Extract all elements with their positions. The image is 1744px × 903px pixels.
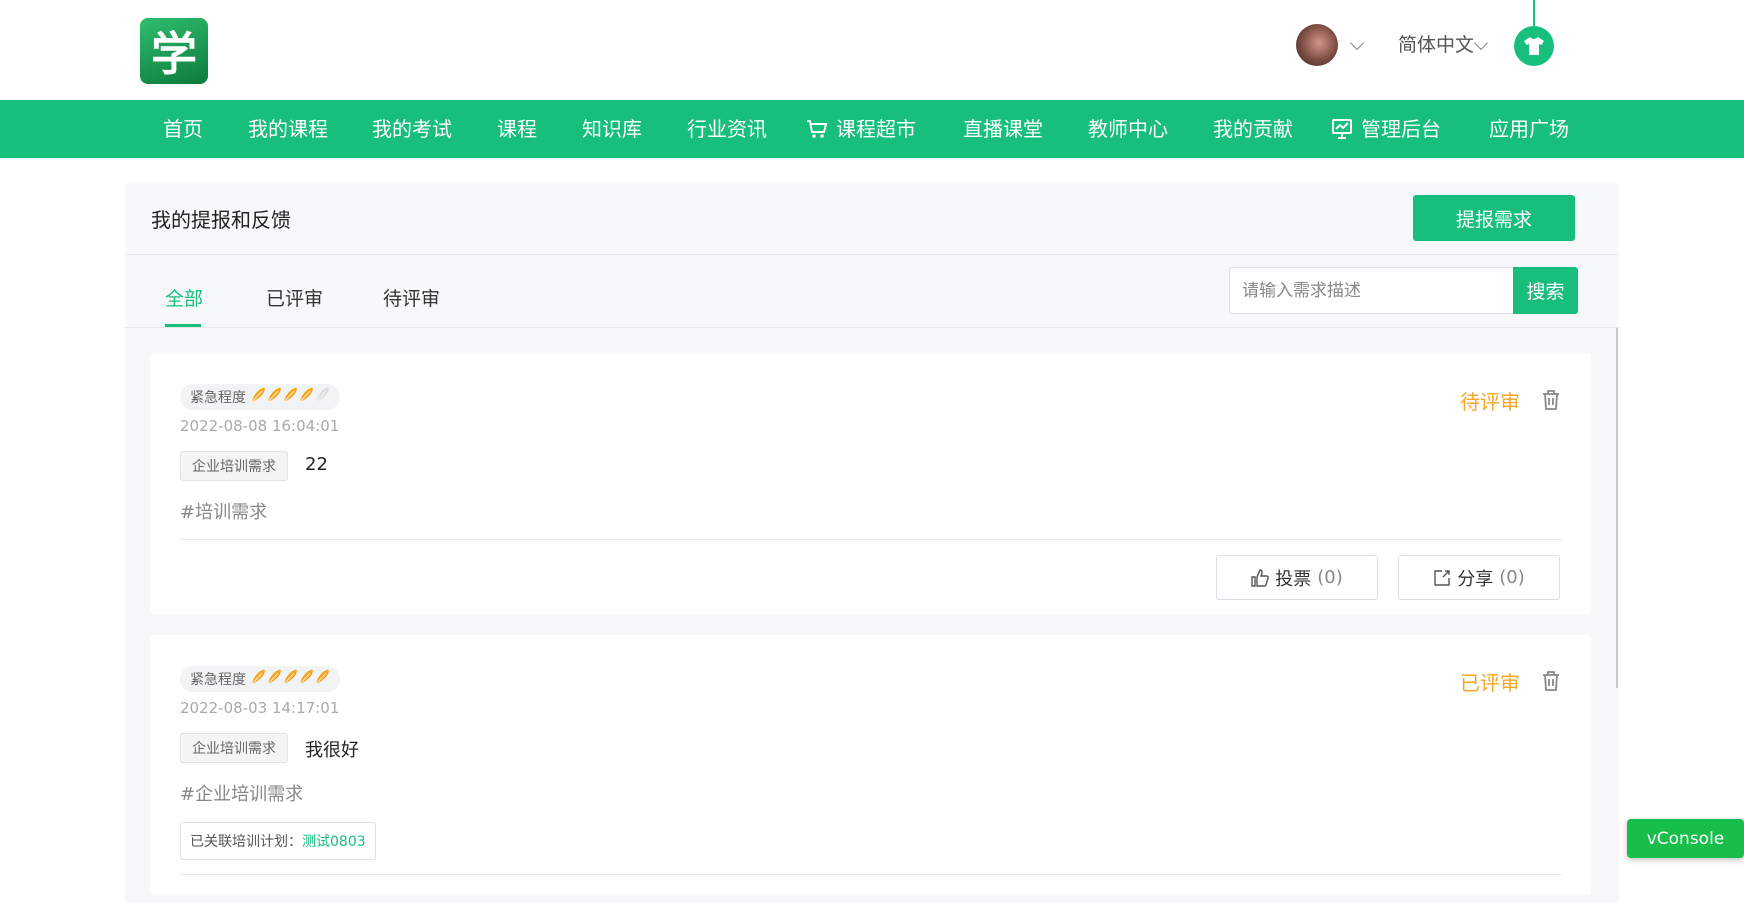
tab-pending-review[interactable]: 待评审 [383,284,440,311]
nav-course-market[interactable]: 课程超市 [806,100,916,158]
tshirt-icon [1524,37,1544,55]
vote-button[interactable]: 投票 (0) [1216,555,1378,600]
avatar[interactable] [1296,24,1338,66]
cart-icon [807,120,828,138]
skin-button[interactable] [1514,26,1554,66]
feather-icon-active [299,387,313,403]
feather-icon-active [267,387,281,403]
nav-my-courses[interactable]: 我的课程 [248,100,328,158]
status-label: 已评审 [1460,671,1520,695]
card-hashtag[interactable]: #企业培训需求 [180,780,303,806]
nav-app-square[interactable]: 应用广场 [1489,100,1569,158]
feather-icon-active [251,387,265,403]
plan-link[interactable]: 测试0803 [302,831,366,851]
page-title: 我的提报和反馈 [151,208,291,232]
feather-icon-active [267,669,281,685]
card-divider [180,874,1562,875]
card-description: 我很好 [305,740,359,761]
nav-live-class[interactable]: 直播课堂 [963,100,1043,158]
card-hashtag[interactable]: #培训需求 [180,498,267,524]
feather-icon-inactive [315,387,329,403]
chevron-down-icon[interactable] [1349,35,1365,51]
main-nav: 首页 我的课程 我的考试 课程 知识库 行业资讯 课程超市 直播课堂 教师中心 … [0,100,1744,158]
search-button[interactable]: 搜索 [1513,267,1578,314]
nav-industry-news[interactable]: 行业资讯 [687,100,767,158]
trash-icon[interactable] [1541,389,1561,411]
feather-icon-active [299,669,313,685]
logo[interactable]: 学 [140,18,208,84]
scrollbar[interactable] [1616,328,1618,688]
feather-icon-active [315,669,329,685]
tab-all[interactable]: 全部 [165,284,203,311]
language-selector[interactable]: 简体中文 [1398,30,1474,57]
urgency-feathers [250,669,330,689]
share-button[interactable]: 分享 (0) [1398,555,1560,600]
linked-plan-box: 已关联培训计划： 测试0803 [180,822,376,860]
nav-teacher-center[interactable]: 教师中心 [1088,100,1168,158]
nav-my-contributions[interactable]: 我的贡献 [1213,100,1293,158]
language-label: 简体中文 [1398,34,1475,56]
type-tag: 企业培训需求 [180,451,288,481]
card-divider [180,539,1562,540]
urgency-badge: 紧急程度 [180,384,340,410]
nav-home[interactable]: 首页 [163,100,203,158]
header: 学 简体中文 [0,0,1744,100]
nav-knowledge-base[interactable]: 知识库 [582,100,642,158]
share-icon [1434,569,1450,586]
trash-icon[interactable] [1541,670,1561,692]
vconsole-button[interactable]: vConsole [1627,819,1744,858]
feather-icon-active [283,669,297,685]
search-input[interactable] [1229,267,1513,314]
feather-icon-active [251,669,265,685]
card-date: 2022-08-08 16:04:01 [180,417,340,435]
card-date: 2022-08-03 14:17:01 [180,699,340,717]
card-description: 22 [305,454,328,475]
status-label: 待评审 [1460,390,1520,414]
nav-my-exams[interactable]: 我的考试 [372,100,452,158]
feather-icon-active [283,387,297,403]
tab-reviewed[interactable]: 已评审 [266,284,323,311]
type-tag: 企业培训需求 [180,733,288,763]
thumbs-up-icon [1251,568,1270,587]
report-requirement-button[interactable]: 提报需求 [1413,195,1575,241]
divider [125,254,1619,255]
monitor-chart-icon [1332,119,1352,139]
divider [125,327,1619,328]
urgency-badge: 紧急程度 [180,666,340,692]
nav-admin[interactable]: 管理后台 [1331,100,1441,158]
chevron-down-icon[interactable] [1473,35,1489,51]
nav-courses[interactable]: 课程 [497,100,537,158]
urgency-feathers [250,387,330,407]
skin-line [1533,0,1535,26]
